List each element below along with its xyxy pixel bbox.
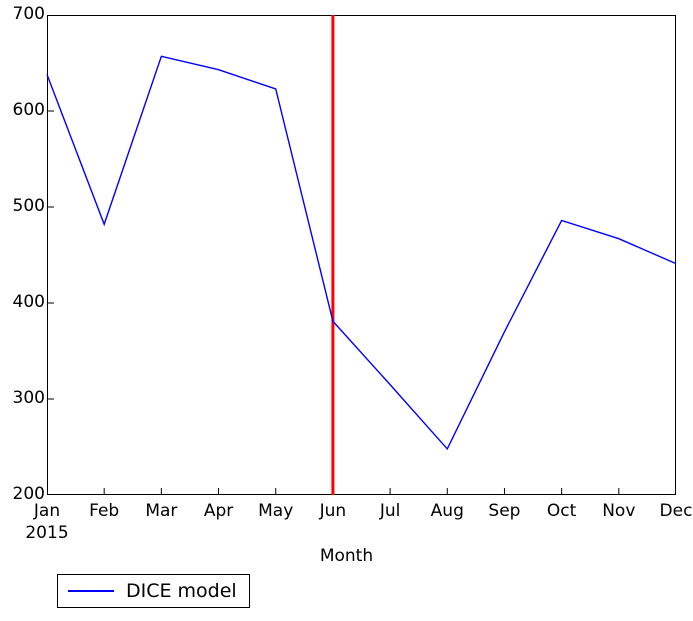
x-tick-label: Nov (602, 501, 636, 521)
legend-line-sample (68, 584, 114, 598)
x-tick-label: Feb (89, 501, 120, 521)
x-tick-label: Oct (546, 501, 577, 521)
x-axis-title: Month (319, 546, 374, 566)
x-tick-label: May (258, 501, 294, 521)
x-tick-label: Dec (659, 501, 693, 521)
x-tick-label: Jul (379, 501, 401, 521)
y-axis-ticks (47, 110, 54, 400)
legend: DICE model (57, 574, 250, 608)
y-tick-label: 600 (12, 100, 45, 120)
x-tick-label: Mar (145, 501, 178, 521)
legend-line-swatch (68, 590, 114, 592)
x-tick-label: Apr (203, 501, 234, 521)
y-tick-label: 500 (12, 196, 45, 216)
legend-label-dice-model: DICE model (126, 579, 237, 602)
figure-canvas: 200 300 400 500 600 700 Jan 2015 Feb Mar Apr May Ju… (0, 0, 693, 621)
y-tick-label: 300 (12, 388, 45, 408)
plot-drawing-surface (46, 15, 677, 495)
data-series-line-dice-model (46, 55, 677, 451)
x-tick-label: Jan (33, 501, 61, 521)
x-axis-ticks (103, 488, 620, 495)
x-tick-label: Sep (488, 501, 521, 521)
y-tick-label: 400 (12, 292, 45, 312)
x-tick-label: Aug (430, 501, 464, 521)
x-tick-sublabel-year: 2015 (25, 523, 69, 543)
y-tick-label: 700 (12, 4, 45, 24)
x-tick-label: Jun (319, 501, 347, 521)
